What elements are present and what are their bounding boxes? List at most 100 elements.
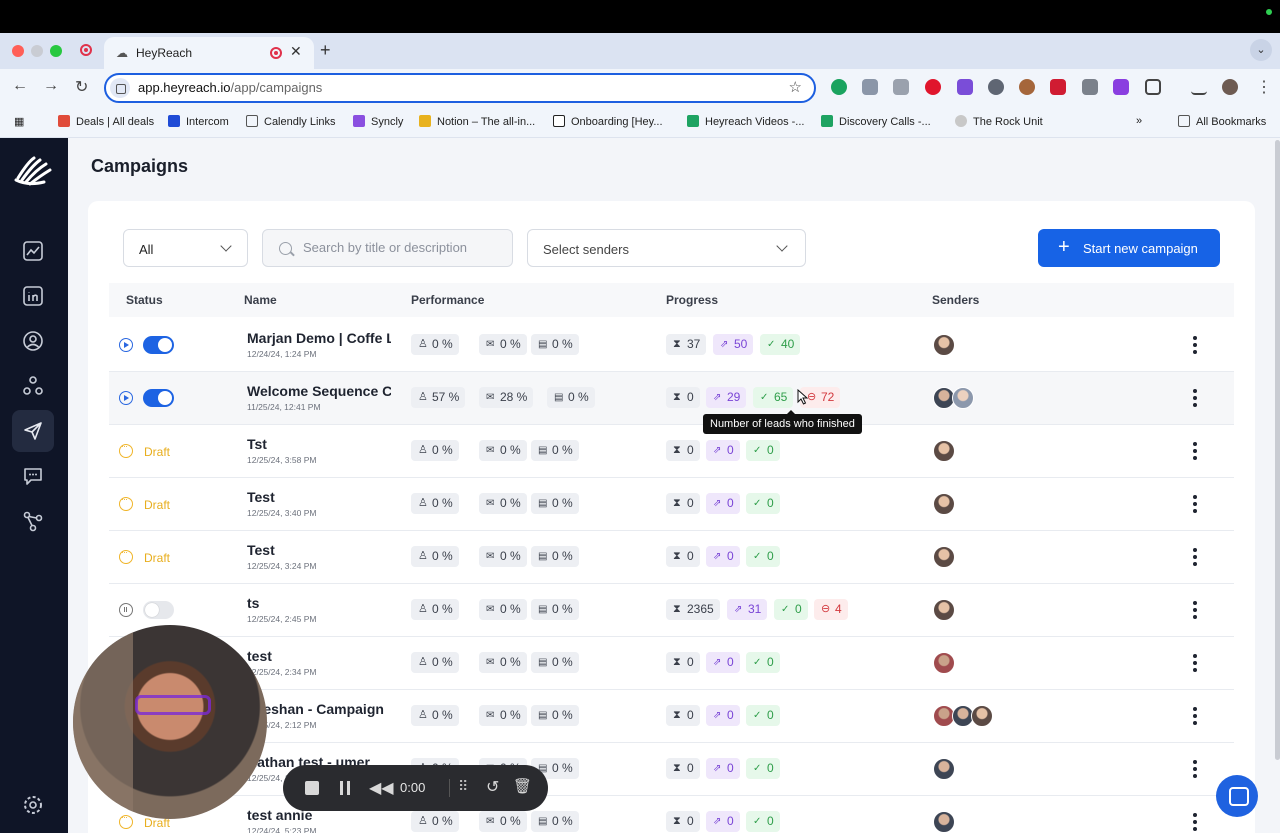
new-tab-button[interactable]: + xyxy=(320,40,331,61)
performance-opened-chip[interactable]: 0 % xyxy=(531,705,579,726)
extensions-puzzle-icon[interactable] xyxy=(1145,79,1161,95)
sender-avatar[interactable] xyxy=(933,758,955,780)
table-row[interactable]: Marjan Demo | Coffe Lovers 12/24/24, 1:24… xyxy=(109,319,1234,372)
progress-in-progress-chip[interactable]: 31 xyxy=(727,599,768,620)
back-button[interactable]: ← xyxy=(12,77,28,95)
bookmark-rock-unit[interactable]: The Rock Unit xyxy=(955,115,1043,128)
performance-accepted-chip[interactable]: 0 % xyxy=(411,811,459,832)
forward-button[interactable]: → xyxy=(43,77,59,95)
performance-accepted-chip[interactable]: 57 % xyxy=(411,387,466,408)
download-icon[interactable] xyxy=(1191,79,1207,95)
purple-extension-icon[interactable] xyxy=(1113,79,1129,95)
progress-finished-chip[interactable]: 0 xyxy=(746,493,780,514)
performance-accepted-chip[interactable]: 0 % xyxy=(411,440,459,461)
progress-in-progress-chip[interactable]: 0 xyxy=(706,705,740,726)
sender-avatar[interactable] xyxy=(933,334,955,356)
bookmark-calendly[interactable]: Calendly Links xyxy=(246,115,336,128)
row-menu-icon[interactable] xyxy=(1191,440,1199,462)
table-row[interactable]: DraftNathan test - umer12/25/24, 1:58 PM… xyxy=(109,743,1234,796)
row-menu-icon[interactable] xyxy=(1191,705,1199,727)
progress-finished-chip[interactable]: 0 xyxy=(746,811,780,832)
linkedin-icon[interactable] xyxy=(22,285,44,307)
bookmark-intercom[interactable]: Intercom xyxy=(168,115,229,128)
performance-accepted-chip[interactable]: 0 % xyxy=(411,599,459,620)
table-row[interactable]: DraftZeeshan - Campaign12/25/24, 2:12 PM… xyxy=(109,690,1234,743)
performance-replied-chip[interactable]: 0 % xyxy=(479,811,527,832)
progress-in-progress-chip[interactable]: 0 xyxy=(706,652,740,673)
progress-finished-chip[interactable]: 0 xyxy=(746,546,780,567)
stop-recording-button[interactable] xyxy=(305,781,319,795)
progress-waiting-chip[interactable]: 0 xyxy=(666,387,700,408)
performance-opened-chip[interactable]: 0 % xyxy=(531,546,579,567)
sender-avatar[interactable] xyxy=(952,387,974,409)
address-bar[interactable]: app.heyreach.io/app/campaigns ☆ xyxy=(104,73,816,103)
heyreach-extension-icon[interactable] xyxy=(862,79,878,95)
close-tab-icon[interactable]: ✕ xyxy=(290,43,302,60)
sender-avatar[interactable] xyxy=(933,811,955,833)
campaign-toggle[interactable] xyxy=(143,389,174,407)
search-input[interactable] xyxy=(303,240,503,255)
video-extension-icon[interactable] xyxy=(1050,79,1066,95)
performance-replied-chip[interactable]: 28 % xyxy=(479,387,534,408)
close-window-button[interactable] xyxy=(12,45,24,57)
bookmark-notion[interactable]: Notion – The all-in... xyxy=(419,115,535,128)
performance-opened-chip[interactable]: 0 % xyxy=(531,811,579,832)
progress-in-progress-chip[interactable]: 0 xyxy=(706,546,740,567)
sender-avatar[interactable] xyxy=(933,440,955,462)
network-icon[interactable] xyxy=(22,375,44,397)
settings-gear-icon[interactable] xyxy=(22,794,44,816)
progress-waiting-chip[interactable]: 0 xyxy=(666,493,700,514)
table-row[interactable]: ts12/25/24, 2:45 PM0 %0 %0 %23653104 xyxy=(109,584,1234,637)
campaign-name[interactable]: Marjan Demo | Coffe Lovers xyxy=(247,330,391,346)
performance-opened-chip[interactable]: 0 % xyxy=(547,387,595,408)
progress-waiting-chip[interactable]: 0 xyxy=(666,652,700,673)
tab-search-button[interactable]: ⌄ xyxy=(1250,39,1272,61)
scissors-extension-icon[interactable] xyxy=(1082,79,1098,95)
campaign-name[interactable]: Test xyxy=(247,489,391,505)
performance-accepted-chip[interactable]: 0 % xyxy=(411,705,459,726)
cookie-extension-icon[interactable] xyxy=(1019,79,1035,95)
senders-select[interactable]: Select senders xyxy=(527,229,806,267)
header-status[interactable]: Status xyxy=(126,293,163,307)
tab-heyreach[interactable]: ☁ HeyReach ✕ xyxy=(104,37,314,69)
table-row[interactable]: DraftTest12/25/24, 3:40 PM0 %0 %0 %000 xyxy=(109,478,1234,531)
more-bookmarks-icon[interactable]: » xyxy=(1136,115,1142,127)
campaign-name[interactable]: Zeeshan - Campaign xyxy=(247,701,391,717)
row-menu-icon[interactable] xyxy=(1191,493,1199,515)
performance-replied-chip[interactable]: 0 % xyxy=(479,705,527,726)
opera-extension-icon[interactable] xyxy=(925,79,941,95)
integrations-icon[interactable] xyxy=(22,510,44,532)
sender-avatar[interactable] xyxy=(933,652,955,674)
performance-accepted-chip[interactable]: 0 % xyxy=(411,334,459,355)
performance-replied-chip[interactable]: 0 % xyxy=(479,599,527,620)
delete-recording-icon[interactable]: 🗑 xyxy=(513,777,532,795)
progress-waiting-chip[interactable]: 0 xyxy=(666,705,700,726)
heyreach-logo-icon[interactable] xyxy=(14,156,52,186)
header-name[interactable]: Name xyxy=(244,293,277,307)
bookmark-discovery-calls[interactable]: Discovery Calls -... xyxy=(821,115,931,128)
performance-opened-chip[interactable]: 0 % xyxy=(531,493,579,514)
bookmark-heyreach-videos[interactable]: Heyreach Videos -... xyxy=(687,115,804,128)
notification-extension-icon[interactable] xyxy=(957,79,973,95)
table-row[interactable]: Welcome Sequence Campaign 11/25/24, 12:41… xyxy=(109,372,1234,425)
row-menu-icon[interactable] xyxy=(1191,387,1199,409)
progress-in-progress-chip[interactable]: 29 xyxy=(706,387,747,408)
grammarly-extension-icon[interactable] xyxy=(831,79,847,95)
campaign-name[interactable]: test xyxy=(247,648,391,664)
progress-finished-chip[interactable]: 0 xyxy=(746,705,780,726)
bookmark-syncly[interactable]: Syncly xyxy=(353,115,403,128)
site-info-icon[interactable] xyxy=(110,78,130,98)
campaign-name[interactable]: Welcome Sequence Campaign xyxy=(247,383,391,399)
leads-icon[interactable] xyxy=(22,330,44,352)
performance-opened-chip[interactable]: 0 % xyxy=(531,652,579,673)
header-performance[interactable]: Performance xyxy=(411,293,484,307)
progress-failed-chip[interactable]: 4 xyxy=(814,599,848,620)
sender-avatar[interactable] xyxy=(933,493,955,515)
row-menu-icon[interactable] xyxy=(1191,334,1199,356)
support-chat-button[interactable] xyxy=(1216,775,1258,817)
restart-recording-icon[interactable]: ↺ xyxy=(486,777,499,797)
apps-grid-icon[interactable]: ▦ xyxy=(14,115,24,128)
campaign-name[interactable]: ts xyxy=(247,595,391,611)
sender-avatar[interactable] xyxy=(933,546,955,568)
campaign-name[interactable]: Tst xyxy=(247,436,391,452)
